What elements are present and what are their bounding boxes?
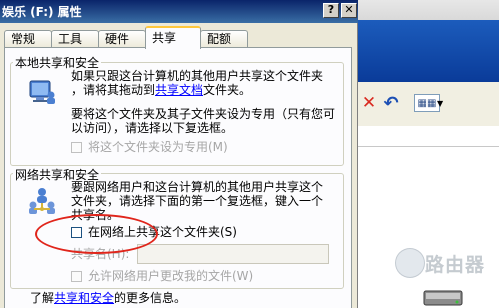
- local-sharing-line-2: ，请将其拖动到共享文档文件夹。: [71, 83, 251, 97]
- help-button[interactable]: ?: [323, 3, 339, 18]
- learn-more-suffix: 的更多信息。: [114, 291, 187, 305]
- local-sharing-line-2-prefix: ，请将其拖动到: [71, 83, 156, 97]
- tab-sharing[interactable]: 共享: [145, 26, 201, 49]
- share-name-label: 共享名(H):: [71, 247, 130, 261]
- make-private-checkbox[interactable]: [71, 142, 82, 153]
- dialog-title: 娱乐 (F:) 属性: [2, 5, 82, 19]
- screen: ✕ ↶ ▦▦ ▼ 路由器 娱乐 (F:) 属性 ? ✕ 常规 工具 硬件 共享 …: [0, 0, 499, 308]
- local-sharing-line-2-suffix: 文件夹。: [203, 83, 252, 97]
- close-button[interactable]: ✕: [341, 3, 357, 18]
- share-on-network-label: 在网络上共享这个文件夹(S): [88, 225, 237, 239]
- dialog-titlebar[interactable]: 娱乐 (F:) 属性 ? ✕: [0, 0, 358, 23]
- shared-documents-link[interactable]: 共享文档: [155, 83, 203, 97]
- share-on-network-checkbox[interactable]: [71, 227, 82, 238]
- share-name-input[interactable]: [137, 244, 329, 264]
- tab-hardware[interactable]: 硬件: [98, 30, 146, 48]
- local-sharing-line-4: 以访问），请选择以下复选框。: [71, 121, 234, 135]
- local-sharing-line-1: 如果只跟这台计算机的其他用户共享这个文件夹: [71, 69, 324, 83]
- make-private-label: 将这个文件夹设为专用(M): [88, 140, 228, 154]
- allow-change-checkbox[interactable]: [71, 271, 82, 282]
- tab-tools[interactable]: 工具: [51, 30, 99, 48]
- hard-drive-icon: [423, 290, 463, 306]
- tab-general[interactable]: 常规: [4, 30, 52, 48]
- network-users-icon: [29, 188, 55, 214]
- network-sharing-group: 网络共享和安全 要跟网络用户和这台计算机的其他用户共享这个 文件夹，请选择下面的…: [10, 166, 344, 289]
- properties-dialog: 娱乐 (F:) 属性 ? ✕ 常规 工具 硬件 共享 配额 本地共享和安全 如果…: [0, 0, 358, 308]
- computer-users-icon: [29, 80, 55, 104]
- local-sharing-line-3: 要将这个文件夹及其子文件夹设为专用（只有您可: [71, 107, 336, 121]
- learn-more-text: 了解共享和安全的更多信息。: [30, 291, 186, 305]
- background-window: ✕ ↶ ▦▦ ▼: [358, 0, 499, 308]
- background-address-bar[interactable]: [358, 126, 499, 147]
- network-sharing-line-1: 要跟网络用户和这台计算机的其他用户共享这个: [71, 180, 324, 194]
- sharing-security-link[interactable]: 共享和安全: [54, 291, 114, 305]
- network-sharing-line-3: 共享名。: [71, 208, 120, 222]
- local-sharing-group: 本地共享和安全 如果只跟这台计算机的其他用户共享这个文件夹 ，请将其拖动到共享文…: [10, 54, 344, 166]
- learn-more-prefix: 了解: [30, 291, 55, 305]
- delete-icon[interactable]: ✕: [360, 93, 378, 113]
- background-toolbar: ✕ ↶ ▦▦ ▼: [358, 82, 499, 127]
- background-window-header: [358, 20, 499, 82]
- undo-icon[interactable]: ↶: [382, 93, 400, 114]
- views-dropdown-icon[interactable]: ▼: [437, 99, 443, 108]
- network-sharing-line-2: 文件夹，请选择下面的第一个复选框，键入一个: [71, 194, 324, 208]
- allow-change-label: 允许网络用户更改我的文件(W): [88, 269, 254, 283]
- tab-quota[interactable]: 配额: [200, 30, 248, 48]
- background-window-titlebar: [358, 0, 499, 21]
